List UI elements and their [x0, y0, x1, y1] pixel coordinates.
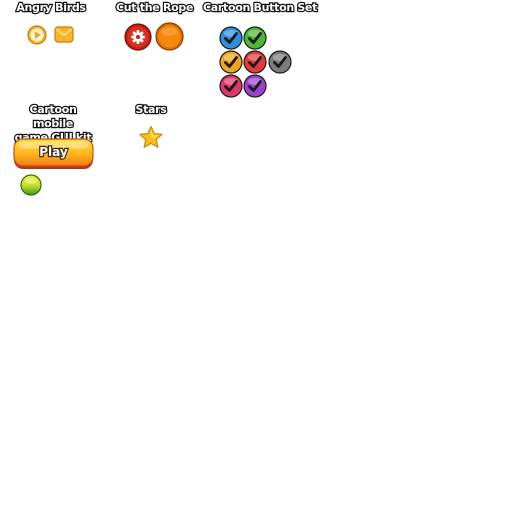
checkmark-icon[interactable] [243, 74, 267, 98]
checkmark-icon[interactable] [243, 50, 267, 74]
play-button-label: Play [38, 144, 69, 160]
angry-birds-title: Angry Birds [15, 0, 87, 15]
checkmark-icon[interactable] [219, 26, 243, 50]
checkmark-icon[interactable] [219, 50, 243, 74]
green-yellow-ball-icon[interactable] [20, 174, 42, 196]
orange-round-button-icon[interactable] [155, 22, 184, 51]
checkmark-icon[interactable] [243, 26, 267, 50]
checkmark-icon[interactable] [219, 74, 243, 98]
cartoon-button-set-title: Cartoon Button Set [202, 0, 319, 15]
cartoon-mobile-gui-title-line1: Cartoon mobile [28, 102, 78, 131]
play-button[interactable]: Play [13, 138, 94, 170]
gear-icon[interactable] [124, 23, 152, 51]
checkmark-icon[interactable] [268, 50, 292, 74]
envelope-icon[interactable] [54, 26, 74, 43]
star-icon[interactable] [138, 125, 164, 150]
stars-title: Stars [134, 102, 168, 117]
cut-the-rope-title: Cut the Rope [115, 0, 195, 15]
play-icon[interactable] [27, 25, 47, 45]
